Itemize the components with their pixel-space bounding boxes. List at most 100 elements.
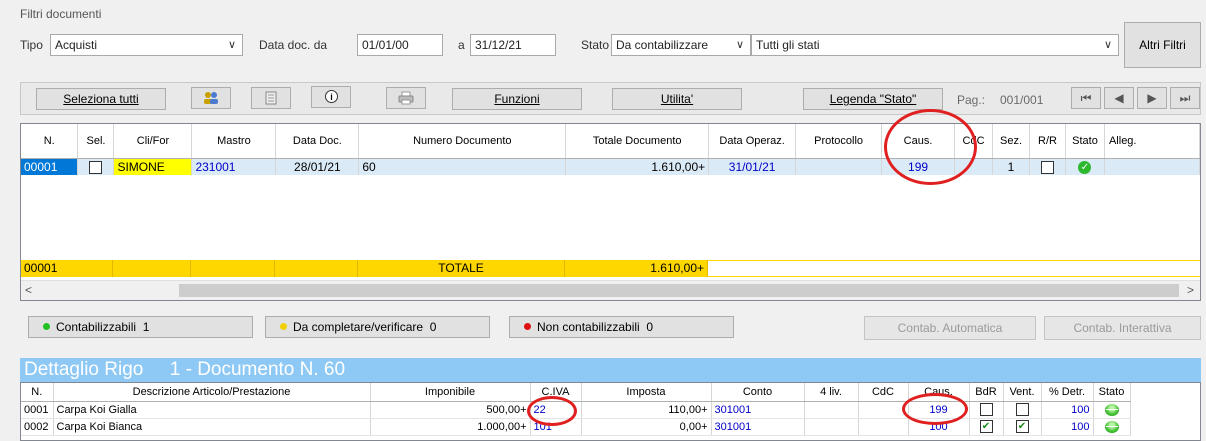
bdr-checkbox[interactable] [979,403,993,416]
first-page-button[interactable]: ⏮ [1071,87,1101,109]
total-empty-3 [275,260,358,277]
rr-checkbox[interactable] [1040,160,1054,174]
cell-caus: 199 [881,158,956,175]
last-page-button[interactable]: ⏭ [1170,87,1200,109]
non-contabilizzabili-button[interactable]: Non contabilizzabili 0 [509,316,734,338]
vent-checkbox[interactable] [1015,403,1029,416]
cell-sez: 1 [992,158,1030,175]
dcol-caus[interactable]: Caus. [908,383,970,402]
dcol-conto[interactable]: Conto [711,383,805,402]
dcol-detr[interactable]: % Detr. [1041,383,1094,402]
dcol-civa[interactable]: C.IVA [530,383,582,402]
total-row: 00001 TOTALE 1.610,00+ [21,260,1200,277]
detail-header-row: N. Descrizione Articolo/Prestazione Impo… [21,383,1131,402]
dcell-descrizione: Carpa Koi Bianca [53,418,371,436]
col-data-operaz[interactable]: Data Operaz. [708,124,797,159]
col-data-doc[interactable]: Data Doc. [275,124,360,159]
check-ok-icon: ✓ [1078,160,1092,174]
bdr-checkbox[interactable]: ✔ [979,420,993,433]
dcell-stato [1093,401,1131,419]
contab-automatica-button[interactable]: Contab. Automatica [864,316,1036,340]
seleziona-tutti-button[interactable]: Seleziona tutti [36,88,166,110]
dcell-n: 0002 [21,418,54,436]
users-button[interactable] [191,87,231,109]
dcol-stato[interactable]: Stato [1093,383,1131,402]
dcell-4liv [804,418,859,436]
col-totale-documento[interactable]: Totale Documento [565,124,710,159]
filters-group-label: Filtri documenti [20,7,102,21]
dcell-civa: 101 [530,418,582,436]
detail-row[interactable]: 0002 Carpa Koi Bianca 1.000,00+ 101 0,00… [21,418,1131,436]
col-caus[interactable]: Caus. [881,124,956,159]
green-status-icon [1104,420,1119,433]
col-n[interactable]: N. [21,124,79,159]
col-sel[interactable]: Sel. [77,124,115,159]
altri-filtri-button[interactable]: Altri Filtri [1124,22,1201,68]
contabilizzabili-button[interactable]: Contabilizzabili 1 [28,316,253,338]
dcol-cdc[interactable]: CdC [858,383,909,402]
dcell-cdc [858,418,909,436]
print-button[interactable] [386,87,426,109]
detail-row[interactable]: 0001 Carpa Koi Gialla 500,00+ 22 110,00+… [21,401,1131,419]
dcol-imponibile[interactable]: Imponibile [370,383,531,402]
info-button[interactable]: i [311,86,351,108]
document-button[interactable] [251,87,291,109]
next-page-icon: ▶ [1147,91,1157,105]
page-value: 001/001 [1000,93,1044,107]
col-sez[interactable]: Sez. [992,124,1030,159]
dcell-conto: 301001 [711,401,805,419]
col-cdc[interactable]: CdC [954,124,994,159]
red-dot-icon [524,323,531,330]
dcol-descrizione[interactable]: Descrizione Articolo/Prestazione [53,383,371,402]
scroll-right-icon[interactable]: > [1187,283,1194,297]
utilita-button[interactable]: Utilita' [612,88,742,110]
dcell-conto: 301001 [711,418,805,436]
document-icon [265,91,277,108]
stati-select[interactable]: Tutti gli stati [751,34,1119,56]
dcol-bdr[interactable]: BdR [969,383,1004,402]
col-numero-documento[interactable]: Numero Documento [358,124,567,159]
dcell-vent: ✔ [1003,418,1042,436]
funzioni-button[interactable]: Funzioni [452,88,582,110]
table-row[interactable]: 00001 SIMONE 231001 28/01/21 60 1.610,00… [21,158,1200,175]
vent-checkbox[interactable]: ✔ [1015,420,1029,433]
dcell-stato [1093,418,1131,436]
total-value: 1.610,00+ [565,260,708,277]
dcol-imposta[interactable]: Imposta [581,383,712,402]
select-checkbox[interactable] [89,160,103,174]
data-doc-da-label: Data doc. da [259,38,328,52]
prev-page-icon: ◀ [1114,91,1124,105]
detail-grid: N. Descrizione Articolo/Prestazione Impo… [20,382,1201,441]
cell-data-doc: 28/01/21 [275,158,360,175]
cell-data-operaz: 31/01/21 [708,158,797,175]
dcell-caus: 199 [908,401,970,419]
col-clifor[interactable]: Cli/For [113,124,193,159]
dcol-n[interactable]: N. [21,383,54,402]
tipo-label: Tipo [20,38,43,52]
col-stato[interactable]: Stato [1065,124,1105,159]
contab-interattiva-button[interactable]: Contab. Interattiva [1044,316,1201,340]
legenda-stato-button[interactable]: Legenda "Stato" [803,88,943,110]
svg-text:i: i [330,92,333,102]
col-mastro[interactable]: Mastro [191,124,277,159]
col-rr[interactable]: R/R [1029,124,1066,159]
data-doc-da-input[interactable]: 01/01/00 [357,34,443,56]
next-page-button[interactable]: ▶ [1137,87,1167,109]
tipo-select[interactable]: Acquisti [50,34,243,56]
cell-totale: 1.610,00+ [565,158,710,175]
stato-select[interactable]: Da contabilizzare [611,34,751,56]
scroll-left-icon[interactable]: < [25,283,32,297]
horizontal-scrollbar[interactable]: < > [21,280,1200,300]
scroll-thumb[interactable] [179,284,1179,297]
dcol-vent[interactable]: Vent. [1003,383,1042,402]
da-completare-button[interactable]: Da completare/verificare 0 [265,316,490,338]
data-doc-a-input[interactable]: 31/12/21 [470,34,556,56]
dcol-4liv[interactable]: 4 liv. [804,383,859,402]
info-icon: i [324,90,339,107]
detail-title: Dettaglio Rigo 1 - Documento N. 60 [20,358,1201,382]
col-alleg[interactable]: Alleg. [1104,124,1200,159]
cell-sel [77,158,115,175]
col-protocollo[interactable]: Protocollo [795,124,883,159]
total-rest [708,260,1200,277]
prev-page-button[interactable]: ◀ [1104,87,1134,109]
